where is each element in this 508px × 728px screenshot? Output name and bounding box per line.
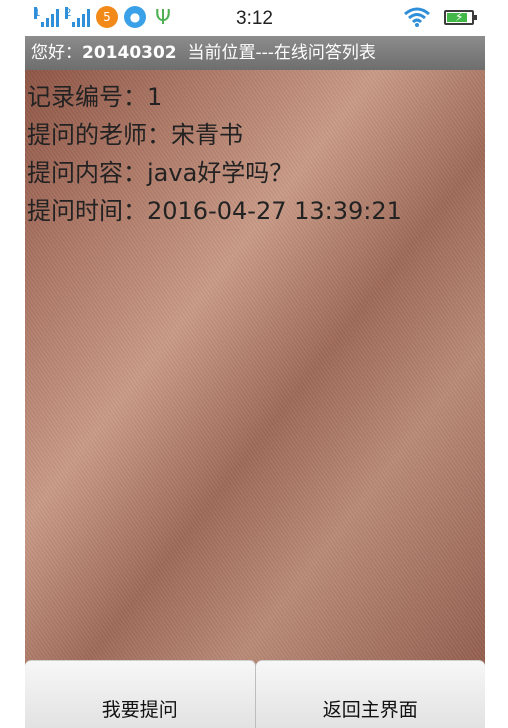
time-row: 提问时间：2016-04-27 13:39:21	[27, 192, 402, 230]
record-detail: 记录编号：1 提问的老师：宋青书 提问内容：java好学吗？ 提问时间：2016…	[27, 78, 402, 230]
clock: 3:12	[236, 8, 273, 29]
chat-icon: ●	[124, 6, 146, 28]
screen-margin-right	[485, 36, 508, 728]
time-value: 2016-04-27 13:39:21	[147, 197, 402, 225]
location-label: 当前位置---在线问答列表	[187, 43, 376, 63]
return-home-button[interactable]: 返回主界面	[255, 660, 485, 728]
ask-question-button[interactable]: 我要提问	[25, 660, 256, 728]
signal-slot-label: 1	[34, 7, 41, 19]
greeting-label: 您好：	[31, 43, 82, 63]
signal-icon: 1	[34, 7, 59, 27]
bottom-button-bar: 我要提问 返回主界面	[25, 660, 485, 728]
app-window: 您好：20140302 当前位置---在线问答列表 记录编号：1 提问的老师：宋…	[25, 36, 485, 728]
wifi-icon	[404, 7, 430, 27]
usb-icon: Ψ	[155, 5, 171, 29]
status-icons-left: 1 2 5 ● Ψ	[34, 5, 174, 29]
teacher-row: 提问的老师：宋青书	[27, 116, 402, 154]
title-bar: 您好：20140302 当前位置---在线问答列表	[25, 36, 485, 70]
question-label: 提问内容：	[27, 159, 147, 187]
status-icons-right: ⚡	[404, 7, 477, 27]
notification-count: 5	[103, 10, 111, 24]
notification-badge-icon: 5	[96, 6, 118, 28]
question-row: 提问内容：java好学吗？	[27, 154, 402, 192]
record-id-label: 记录编号：	[27, 83, 147, 111]
teacher-value: 宋青书	[171, 121, 243, 149]
record-id-row: 记录编号：1	[27, 78, 402, 116]
teacher-label: 提问的老师：	[27, 121, 171, 149]
time-label: 提问时间：	[27, 197, 147, 225]
status-bar: 1 2 5 ● Ψ 3:12 ⚡	[0, 0, 508, 36]
signal-slot-label: 2	[65, 7, 72, 19]
signal-icon: 2	[65, 7, 90, 27]
battery-icon: ⚡	[444, 9, 477, 25]
question-value: java好学吗？	[147, 159, 294, 187]
record-id-value: 1	[147, 83, 163, 111]
screen-margin-left	[0, 36, 25, 728]
user-id: 20140302	[82, 43, 177, 63]
charging-icon: ⚡	[455, 9, 464, 24]
